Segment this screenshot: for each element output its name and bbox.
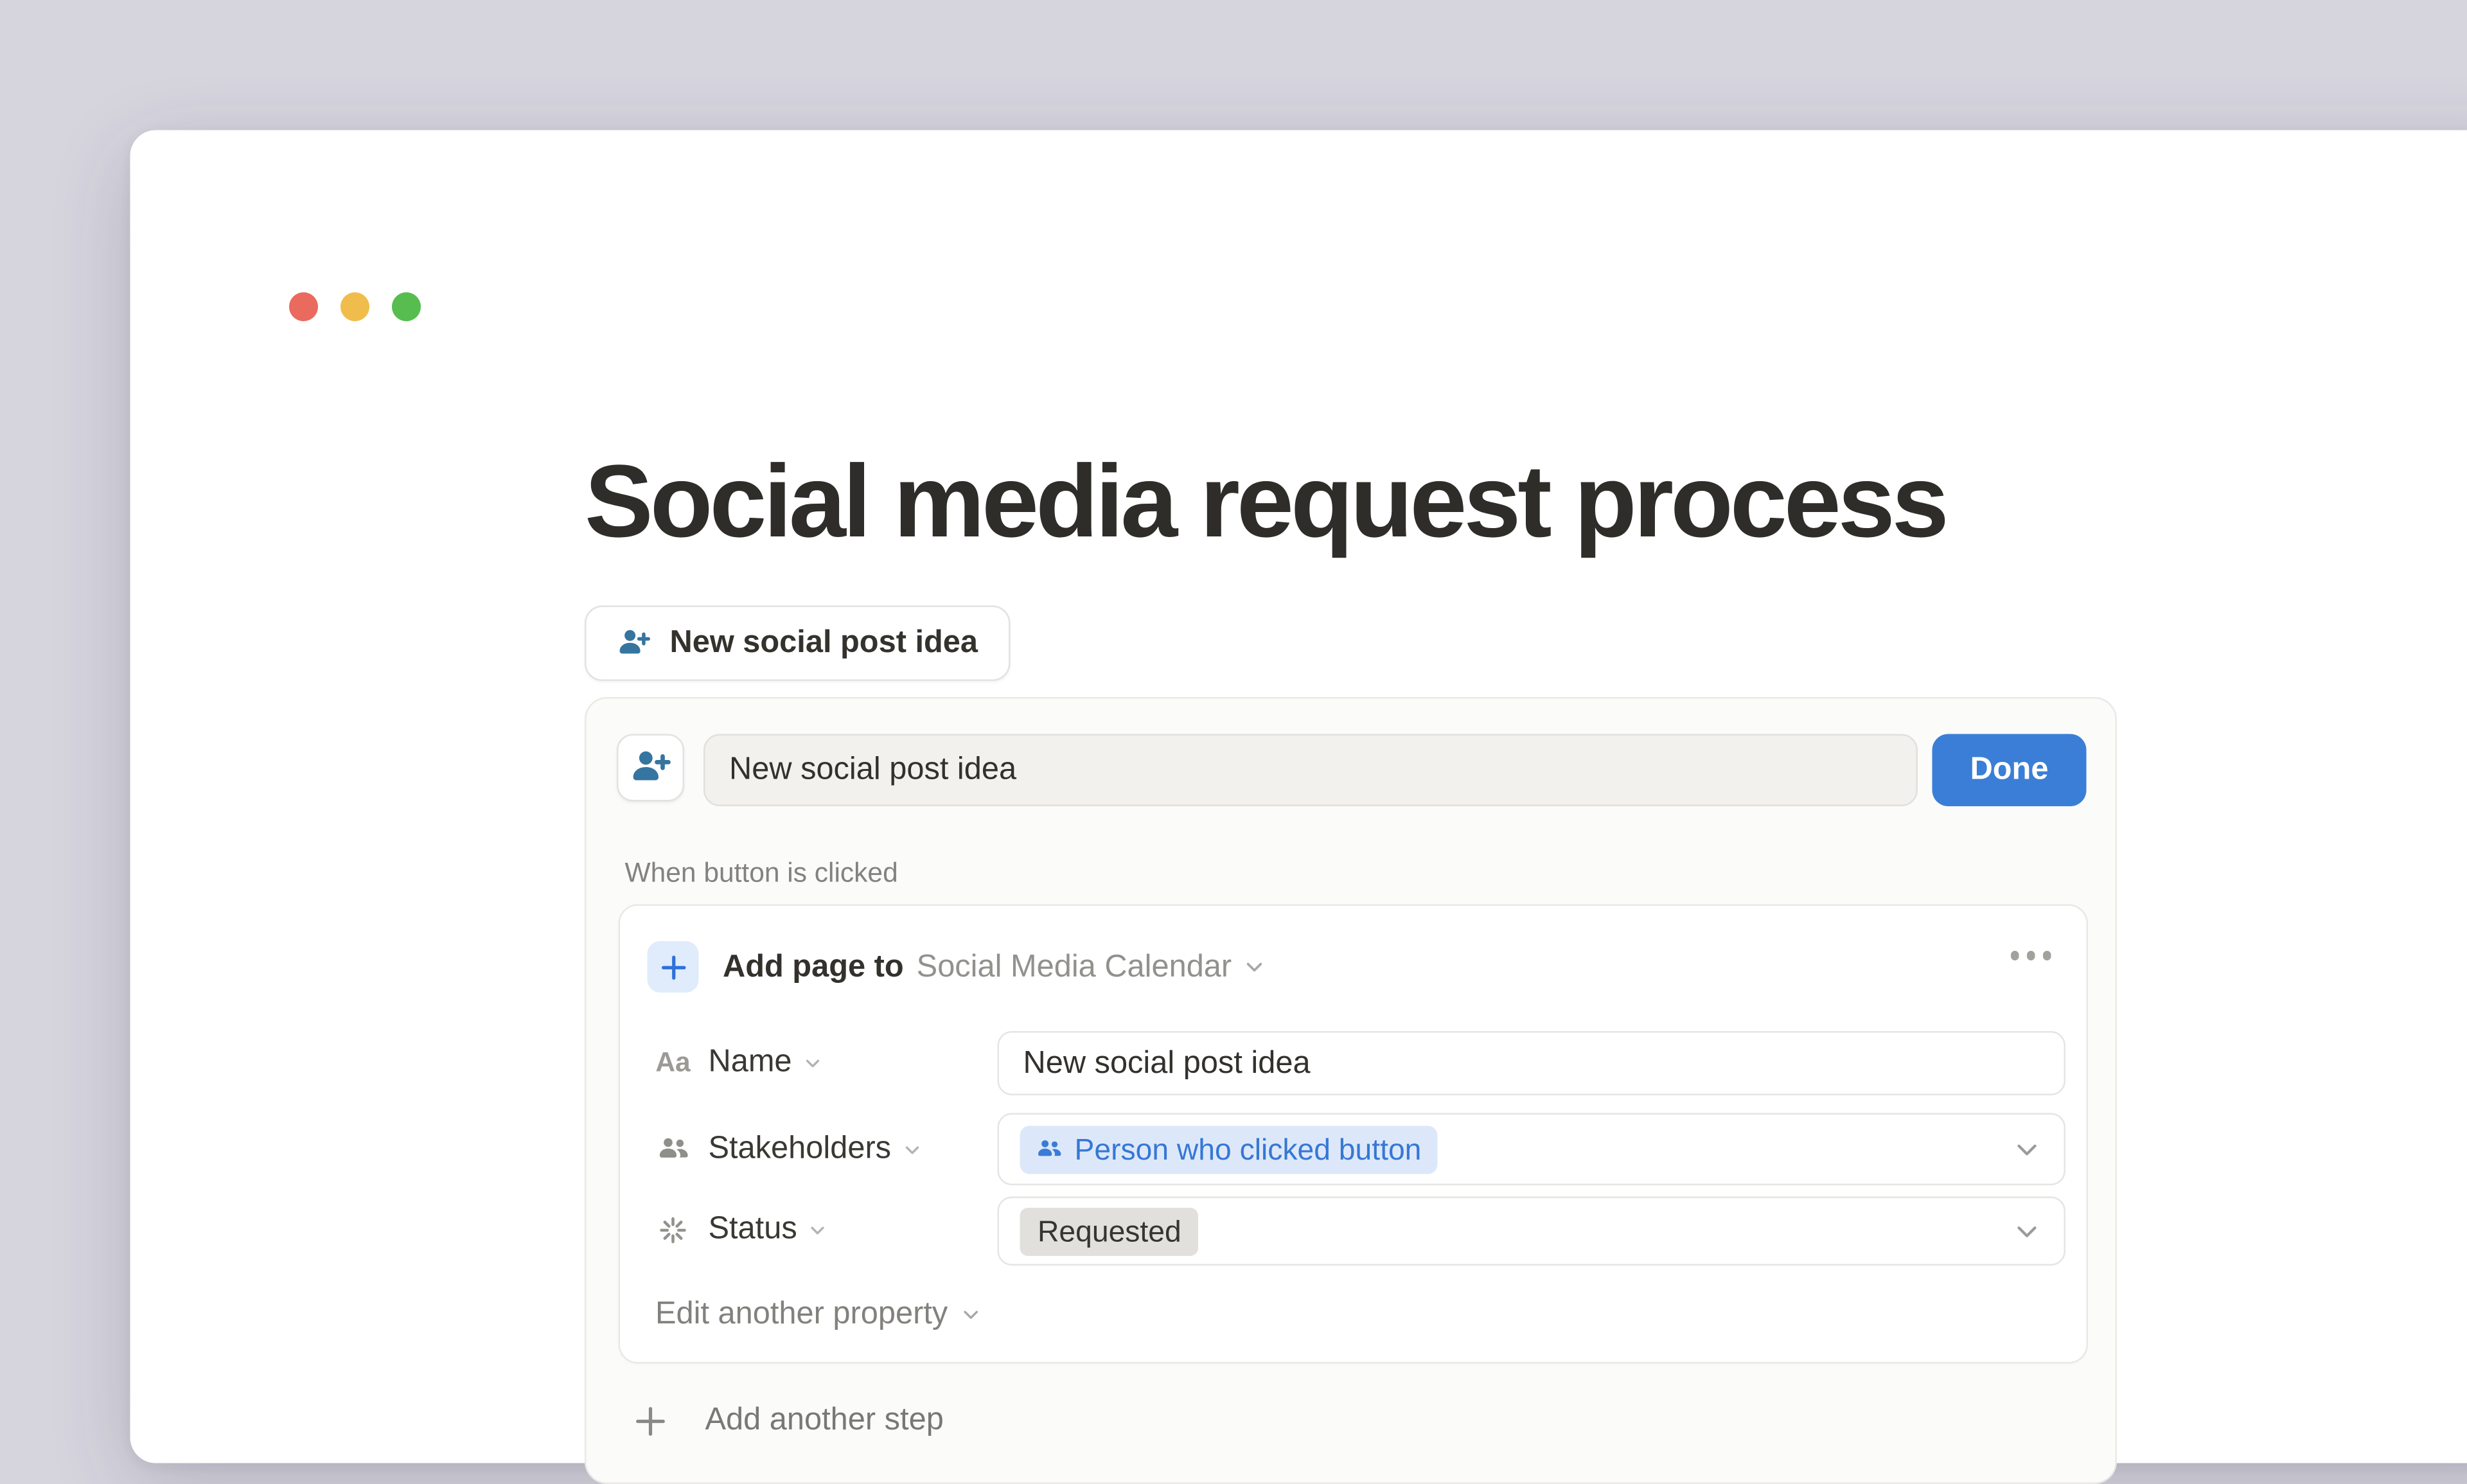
trigger-label: When button is clicked	[625, 858, 898, 890]
button-name-input[interactable]	[703, 734, 1918, 807]
step-card: Add page to Social Media Calendar Aa Nam…	[619, 905, 2089, 1364]
status-select[interactable]: Requested	[998, 1197, 2066, 1266]
status-chip[interactable]: Requested	[1020, 1207, 1199, 1255]
edit-another-property-button[interactable]: Edit another property	[655, 1296, 982, 1334]
target-database-select[interactable]: Social Media Calendar	[917, 948, 1266, 985]
window-controls	[289, 292, 421, 321]
add-page-icon	[648, 941, 699, 993]
person-plus-icon	[629, 746, 673, 790]
property-status-button[interactable]: Status	[655, 1211, 827, 1248]
people-icon	[1036, 1136, 1064, 1163]
button-icon-tile[interactable]	[617, 734, 684, 802]
chevron-down-icon	[803, 1053, 822, 1072]
app-window: Social media request process New social …	[130, 130, 2467, 1463]
step-menu-button[interactable]	[2010, 951, 2051, 960]
name-value-input[interactable]	[999, 1033, 2064, 1094]
property-stakeholders-button[interactable]: Stakeholders	[655, 1131, 922, 1168]
minimize-window-button[interactable]	[340, 292, 369, 321]
chevron-down-icon	[960, 1304, 982, 1325]
text-property-icon: Aa	[655, 1047, 691, 1079]
stakeholders-select[interactable]: Person who clicked button	[998, 1113, 2066, 1186]
plus-icon	[633, 1403, 668, 1438]
done-button[interactable]: Done	[1932, 734, 2087, 807]
target-database-name: Social Media Calendar	[917, 948, 1232, 985]
chevron-down-icon	[808, 1220, 827, 1239]
button-label: New social post idea	[670, 625, 978, 662]
chevron-down-icon	[2014, 1136, 2040, 1162]
close-window-button[interactable]	[289, 292, 318, 321]
status-property-icon	[655, 1214, 691, 1246]
property-name-button[interactable]: Aa Name	[655, 1044, 822, 1081]
people-property-icon	[655, 1133, 691, 1167]
chevron-down-icon	[2014, 1218, 2040, 1244]
stakeholders-chip[interactable]: Person who clicked button	[1020, 1125, 1438, 1173]
person-plus-icon	[617, 626, 652, 661]
button-editor-panel: Done When button is clicked Add page to …	[585, 697, 2117, 1484]
chevron-down-icon	[903, 1140, 922, 1159]
desktop-background: Social media request process New social …	[0, 0, 2467, 1388]
ellipsis-icon	[2010, 951, 2019, 960]
add-another-step-button[interactable]: Add another step	[633, 1402, 944, 1440]
chevron-down-icon	[1243, 956, 1266, 978]
name-value-field[interactable]	[998, 1031, 2066, 1095]
step-action-label: Add page to	[723, 948, 904, 985]
step-header: Add page to Social Media Calendar	[648, 941, 1266, 993]
page-title: Social media request process	[585, 445, 1946, 560]
new-social-post-idea-button[interactable]: New social post idea	[585, 606, 1010, 682]
zoom-window-button[interactable]	[392, 292, 421, 321]
